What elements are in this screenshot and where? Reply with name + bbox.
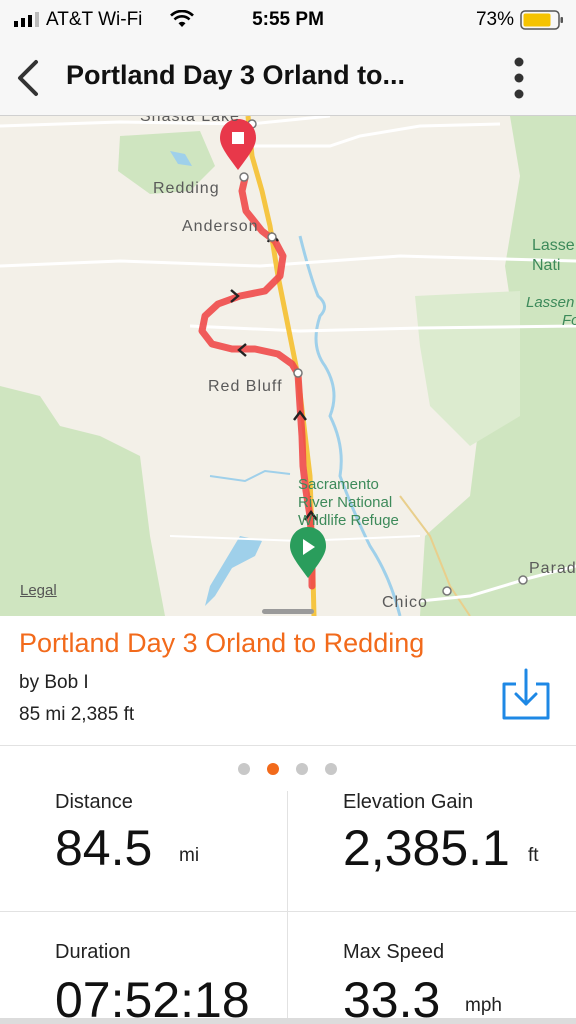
stat-label-max-speed: Max Speed <box>343 941 445 963</box>
page-dot[interactable] <box>325 763 337 775</box>
stats-grid: Distance 84.5 mi Elevation Gain 2,385.1 … <box>0 791 576 1024</box>
stat-unit-elevation-gain: ft <box>528 845 539 866</box>
status-bar: AT&T Wi-Fi 5:55 PM 73% <box>0 0 576 40</box>
navigation-bar: Portland Day 3 Orland to... <box>0 40 576 116</box>
stat-value-distance: 84.5 <box>55 820 153 876</box>
end-marker-icon[interactable] <box>220 119 256 170</box>
map-label-anderson: Anderson <box>182 218 259 235</box>
grid-divider <box>287 791 288 1024</box>
stat-label-distance: Distance <box>55 791 133 813</box>
legal-link[interactable]: Legal <box>20 582 57 599</box>
stat-label-duration: Duration <box>55 941 131 963</box>
page-title: Portland Day 3 Orland to... <box>66 60 406 90</box>
route-map[interactable]: Shasta Lake Redding Anderson Red Bluff C… <box>0 116 576 616</box>
battery-percent: 73% <box>475 9 514 30</box>
route-author: by Bob I <box>19 672 89 693</box>
route-title: Portland Day 3 Orland to Redding <box>19 628 425 658</box>
route-info: Portland Day 3 Orland to Redding by Bob … <box>0 616 576 746</box>
page-dot[interactable] <box>296 763 308 775</box>
stat-label-elevation-gain: Elevation Gain <box>343 791 474 813</box>
stat-unit-max-speed: mph <box>465 995 502 1016</box>
sheet-drag-handle[interactable] <box>262 609 314 614</box>
chevron-left-icon[interactable] <box>10 56 46 100</box>
download-icon[interactable] <box>500 666 552 722</box>
page-dot-active[interactable] <box>267 763 279 775</box>
page-indicator <box>0 747 576 791</box>
map-label-paradise: Parad <box>529 560 576 577</box>
stat-value-elevation-gain: 2,385.1 <box>343 820 510 876</box>
route-summary: 85 mi 2,385 ft <box>19 704 135 725</box>
map-label-redding: Redding <box>153 180 220 197</box>
stat-value-max-speed: 33.3 <box>343 972 441 1024</box>
stat-unit-distance: mi <box>179 845 200 866</box>
map-label-refuge: Sacramento River National Wildlife Refug… <box>298 476 399 529</box>
battery-icon <box>520 10 563 30</box>
more-vertical-icon[interactable] <box>506 54 532 102</box>
map-label-red-bluff: Red Bluff <box>208 378 283 395</box>
map-label-lassen-forest: Lassen Fo <box>526 294 576 329</box>
map-label-chico: Chico <box>382 594 428 611</box>
start-marker-icon[interactable] <box>290 527 326 578</box>
bottom-edge <box>0 1018 576 1024</box>
map-label-lassen-national: Lasse Nati <box>532 237 575 274</box>
map-label-shasta-lake: Shasta Lake <box>140 116 240 125</box>
map-canvas <box>0 116 576 616</box>
stat-value-duration: 07:52:18 <box>55 972 250 1024</box>
page-dot[interactable] <box>238 763 250 775</box>
grid-divider <box>0 911 576 912</box>
